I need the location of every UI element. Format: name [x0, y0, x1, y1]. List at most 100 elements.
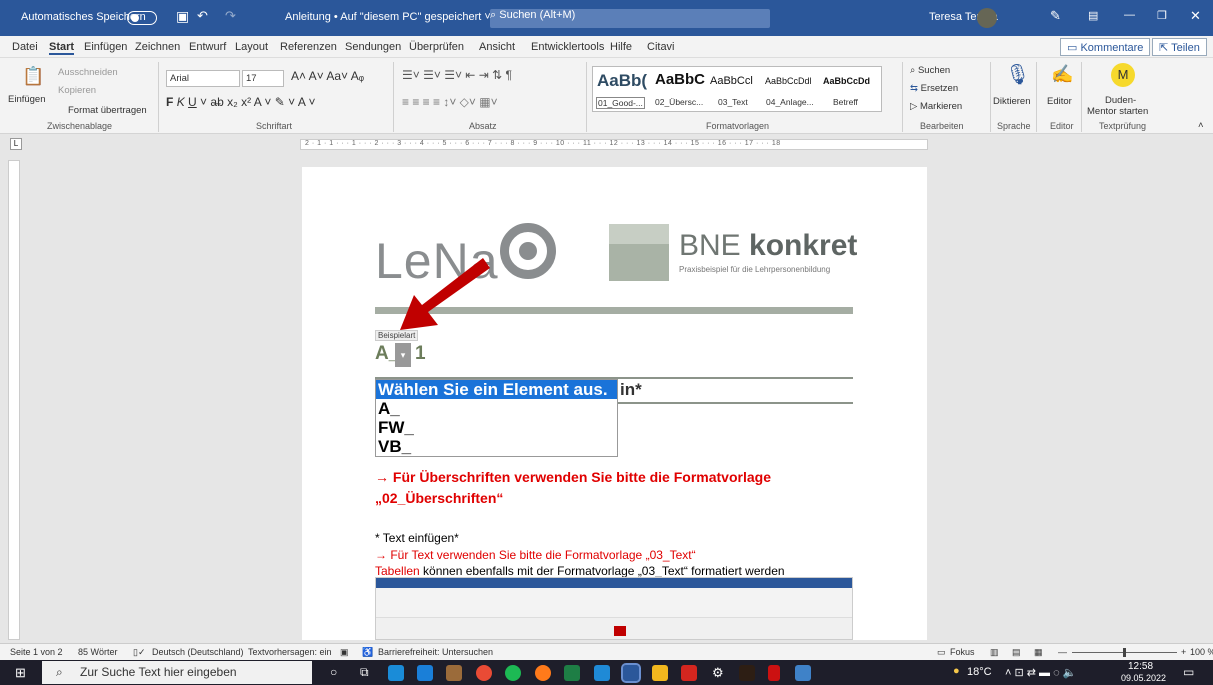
mail-icon[interactable] [594, 665, 610, 681]
zoom-in-icon[interactable]: + [1181, 647, 1186, 657]
tab-datei[interactable]: Datei [12, 41, 38, 53]
dropdown-option-a[interactable]: A_ [376, 399, 617, 418]
zoom-out-icon[interactable]: — [1058, 647, 1067, 657]
explorer-icon[interactable] [652, 665, 668, 681]
editor-button[interactable]: Editor [1047, 96, 1072, 107]
chrome-icon[interactable] [476, 665, 492, 681]
redo-icon[interactable]: ↷ [225, 8, 236, 24]
tab-citavi[interactable]: Citavi [647, 41, 675, 53]
cortana-icon[interactable]: ○ [330, 665, 337, 679]
clock-date[interactable]: 09.05.2022 [1121, 673, 1166, 683]
style-anlage[interactable]: 04_Anlage... [766, 97, 814, 107]
select-button[interactable]: ▷ Markieren [910, 101, 962, 112]
tab-hilfe[interactable]: Hilfe [610, 41, 632, 53]
tab-layout[interactable]: Layout [235, 41, 268, 53]
acrobat-icon[interactable] [681, 665, 697, 681]
tab-sendungen[interactable]: Sendungen [345, 41, 401, 53]
taskbar-search[interactable]: ⌕ Zur Suche Text hier eingeben [42, 661, 312, 684]
pen-icon[interactable]: ✎ [1050, 8, 1061, 24]
web-layout-icon[interactable]: ▦ [1034, 647, 1043, 658]
dictate-button[interactable]: Diktieren [993, 96, 1031, 107]
ruler-scale[interactable]: 2 · 1 · 1 · · · 1 · · · 2 · · · 3 · · · … [300, 139, 928, 150]
tab-start[interactable]: Start [49, 41, 75, 55]
macro-icon[interactable]: ▣ [340, 647, 349, 658]
bridge-icon[interactable] [739, 665, 755, 681]
excel-icon[interactable] [564, 665, 580, 681]
minimize-icon[interactable]: — [1124, 9, 1135, 21]
read-mode-icon[interactable]: ▥ [990, 647, 999, 658]
duden-button-line2[interactable]: Mentor starten [1087, 106, 1148, 117]
replace-button[interactable]: ⇆ Ersetzen [910, 83, 958, 94]
spotify-icon[interactable] [505, 665, 521, 681]
tab-zeichnen[interactable]: Zeichnen [135, 41, 180, 53]
dropdown-option-fw[interactable]: FW_ [376, 418, 617, 437]
windows-start-icon[interactable]: ⊞ [15, 665, 26, 681]
share-button[interactable]: ⇱ Teilen [1152, 38, 1207, 56]
clock-time[interactable]: 12:58 [1128, 661, 1153, 672]
align-icons[interactable]: ≡ ≡ ≡ ≡ ↕˅ ◇˅ ▦˅ [402, 95, 498, 109]
font-name-select[interactable]: Arial [166, 70, 240, 87]
weather-icon[interactable]: ● [953, 665, 960, 677]
tab-ansicht[interactable]: Ansicht [479, 41, 515, 53]
accessibility[interactable]: Barrierefreiheit: Untersuchen [378, 647, 493, 657]
photos-icon[interactable] [795, 665, 811, 681]
cut-button[interactable]: Ausschneiden [58, 67, 118, 78]
focus-mode[interactable]: Fokus [950, 647, 975, 657]
duden-button-line1[interactable]: Duden- [1105, 95, 1136, 106]
font-size-select[interactable]: 17 [242, 70, 284, 87]
word-icon[interactable] [621, 663, 641, 683]
styles-gallery[interactable]: AaBb( AaBbC AaBbCcl AaBbCcDdl AaBbCcDd 0… [592, 66, 882, 112]
store-icon[interactable] [417, 665, 433, 681]
settings-icon[interactable]: ⚙ [712, 665, 724, 681]
document-page[interactable]: LeNa BNE konkret Praxisbeispiel für die … [302, 167, 927, 640]
zoom-level[interactable]: 100 % [1190, 647, 1213, 657]
document-title[interactable]: Anleitung • Auf "diesem PC" gespeichert … [285, 11, 491, 23]
text-prediction[interactable]: Textvorhersagen: ein [248, 647, 332, 657]
autosave-toggle[interactable] [127, 11, 157, 25]
notification-icon[interactable]: ▭ [1183, 665, 1194, 679]
task-view-icon[interactable]: ⧉ [360, 665, 369, 680]
format-painter-button[interactable]: Format übertragen [68, 105, 147, 116]
tab-entwicklertools[interactable]: Entwicklertools [531, 41, 604, 53]
find-button[interactable]: ⌕ Suchen [910, 65, 950, 76]
font-format-icons[interactable]: F K U ˅ a̶b x₂ x² A ˅ ✎ ˅ A ˅ [166, 95, 316, 109]
comments-button[interactable]: ▭ Kommentare [1060, 38, 1151, 56]
style-betreff[interactable]: Betreff [833, 97, 858, 107]
app-icon[interactable] [446, 665, 462, 681]
microphone-icon[interactable]: 🎙 [1005, 62, 1030, 87]
page-count[interactable]: Seite 1 von 2 [10, 647, 63, 657]
proofing-icon[interactable]: ▯✓ [133, 647, 146, 658]
dropdown-option-vb[interactable]: VB_ [376, 437, 617, 456]
copy-button[interactable]: Kopieren [58, 85, 96, 96]
print-layout-icon[interactable]: ▤ [1012, 647, 1021, 658]
zoom-slider-thumb[interactable] [1123, 648, 1126, 657]
close-icon[interactable]: ✕ [1190, 8, 1201, 24]
style-good[interactable]: 01_Good-... [596, 97, 645, 109]
netflix-icon[interactable] [768, 665, 780, 681]
font-size-grow-icon[interactable]: A˄ A˅ Aa˅ Aᵩ [291, 69, 364, 83]
style-text[interactable]: 03_Text [718, 97, 748, 107]
word-count[interactable]: 85 Wörter [78, 647, 118, 657]
temperature[interactable]: 18°C [967, 666, 992, 678]
tab-entwurf[interactable]: Entwurf [189, 41, 226, 53]
tab-referenzen[interactable]: Referenzen [280, 41, 337, 53]
dropdown-arrow-button[interactable]: ▾ [395, 343, 411, 367]
tray-icons[interactable]: ˄ ⊡ ⇄ ▬ ◌ 🔈 [1005, 666, 1076, 679]
tab-selector-icon[interactable]: L [10, 138, 22, 150]
list-icons[interactable]: ☰˅ ☰˅ ☰˅ ⇤ ⇥ ⇅ ¶ [402, 68, 512, 82]
dropdown-option-placeholder[interactable]: Wählen Sie ein Element aus. [376, 380, 617, 399]
tab-ueberpruefen[interactable]: Überprüfen [409, 41, 464, 53]
edge-icon[interactable] [388, 665, 404, 681]
restore-icon[interactable]: ❐ [1157, 9, 1167, 22]
search-box[interactable]: ⌕ Suchen (Alt+M) [490, 9, 770, 28]
style-ueberschrift[interactable]: 02_Übersc... [655, 97, 703, 107]
editor-icon[interactable]: ✍ [1051, 64, 1073, 85]
undo-icon[interactable]: ↶ [197, 8, 208, 24]
duden-icon[interactable]: M [1111, 63, 1135, 87]
collapse-ribbon-icon[interactable]: ˄ [1198, 120, 1204, 131]
ribbon-display-icon[interactable]: ▤ [1088, 9, 1098, 22]
avatar[interactable] [977, 8, 997, 28]
firefox-icon[interactable] [535, 665, 551, 681]
language[interactable]: Deutsch (Deutschland) [152, 647, 244, 657]
save-icon[interactable]: ▣ [176, 8, 189, 25]
